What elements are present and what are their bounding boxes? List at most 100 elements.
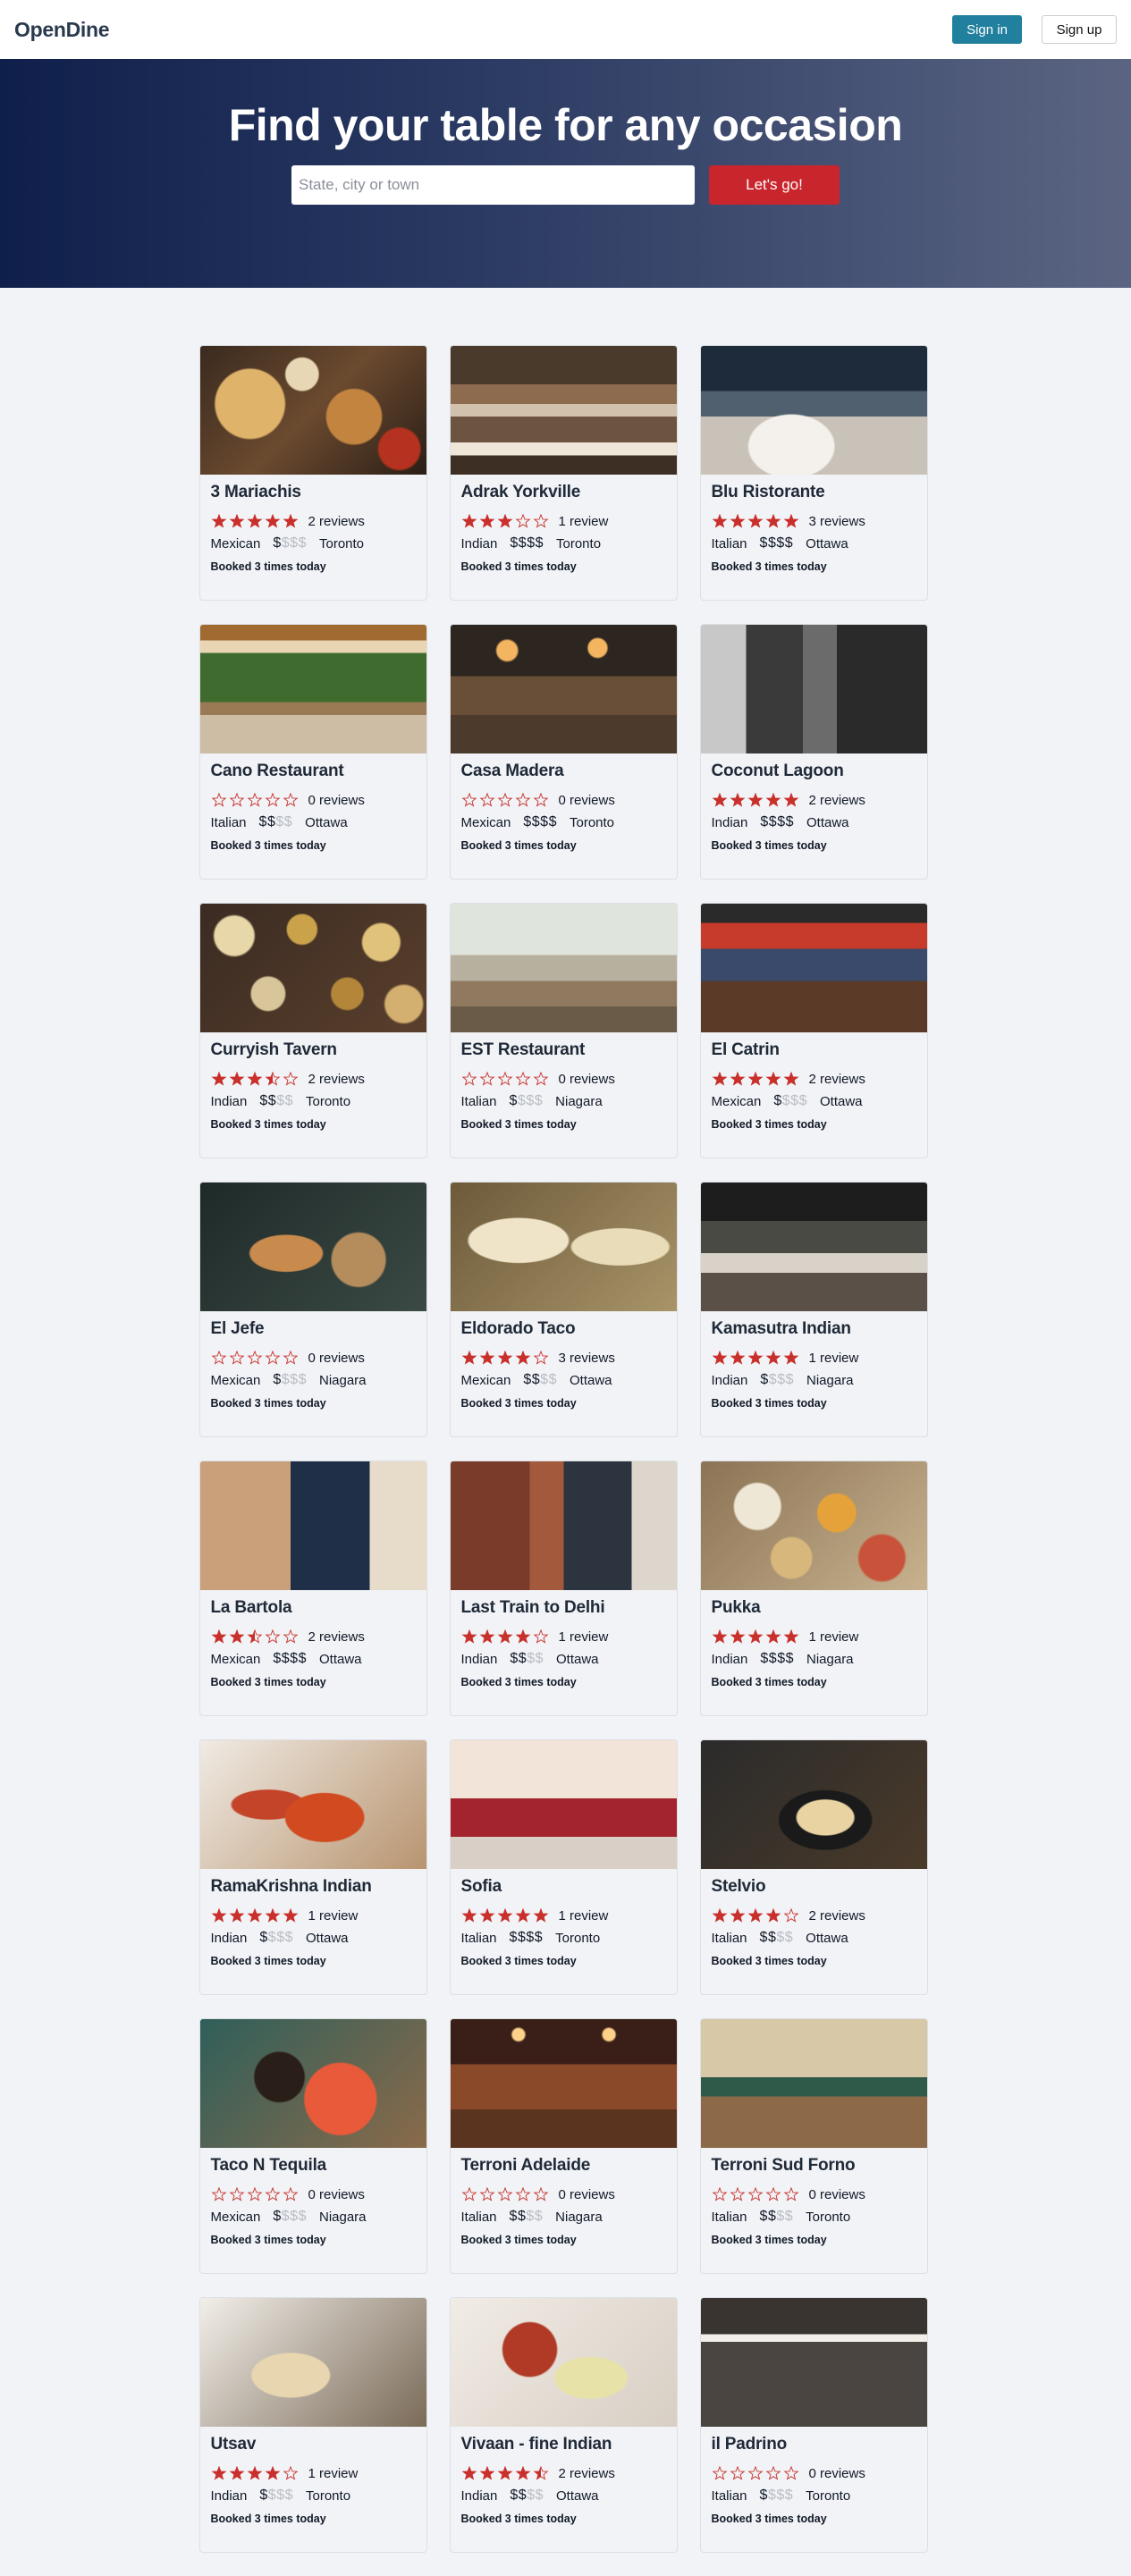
restaurant-card[interactable]: Terroni Adelaide 0 reviews Italian $$$$ … bbox=[449, 2018, 678, 2274]
star-icon bbox=[765, 1629, 781, 1644]
restaurant-card[interactable]: RamaKrishna Indian 1 review Indian $$$$ … bbox=[198, 1739, 427, 1995]
restaurant-name[interactable]: Vivaan - fine Indian bbox=[461, 2435, 666, 2454]
restaurant-name[interactable]: Sofia bbox=[461, 1877, 666, 1897]
rating-row: 0 reviews bbox=[461, 1071, 666, 1087]
restaurant-name[interactable]: Last Train to Delhi bbox=[461, 1598, 666, 1618]
star-icon bbox=[712, 2186, 727, 2201]
restaurant-name[interactable]: Adrak Yorkville bbox=[461, 483, 666, 502]
hero-banner: Find your table for any occasion Let's g… bbox=[0, 59, 1131, 288]
restaurant-card[interactable]: Adrak Yorkville 1 review Indian $$$$ Tor… bbox=[449, 345, 678, 601]
restaurant-image[interactable] bbox=[450, 2019, 677, 2148]
restaurant-card[interactable]: Cano Restaurant 0 reviews Italian $$$$ O… bbox=[198, 624, 427, 880]
rating-row: 0 reviews bbox=[211, 792, 416, 808]
restaurant-image[interactable] bbox=[700, 1740, 927, 1869]
star-icon bbox=[533, 1907, 548, 1923]
restaurant-image[interactable] bbox=[450, 2298, 677, 2427]
restaurant-card[interactable]: EST Restaurant 0 reviews Italian $$$$ Ni… bbox=[449, 903, 678, 1158]
star-icon bbox=[712, 792, 727, 807]
restaurant-card[interactable]: Blu Ristorante 3 reviews Italian $$$$ Ot… bbox=[699, 345, 928, 601]
star-icon bbox=[479, 792, 494, 807]
restaurant-name[interactable]: EST Restaurant bbox=[461, 1040, 666, 1060]
restaurant-name[interactable]: Taco N Tequila bbox=[211, 2156, 416, 2176]
restaurant-name[interactable]: Blu Ristorante bbox=[712, 483, 916, 502]
city-label: Ottawa bbox=[318, 1651, 362, 1667]
restaurant-image[interactable] bbox=[199, 1183, 426, 1311]
cuisine-label: Italian bbox=[460, 1093, 497, 1109]
restaurant-name[interactable]: Casa Madera bbox=[461, 762, 666, 781]
restaurant-image[interactable] bbox=[450, 1461, 677, 1590]
restaurant-name[interactable]: Cano Restaurant bbox=[211, 762, 416, 781]
restaurant-image[interactable] bbox=[450, 1183, 677, 1311]
restaurant-image[interactable] bbox=[199, 904, 426, 1032]
restaurant-card[interactable]: il Padrino 0 reviews Italian $$$$ Toront… bbox=[699, 2297, 928, 2553]
restaurant-card[interactable]: Stelvio 2 reviews Italian $$$$ Ottawa Bo… bbox=[699, 1739, 928, 1995]
restaurant-image[interactable] bbox=[199, 625, 426, 753]
cuisine-label: Italian bbox=[711, 535, 747, 551]
restaurant-card[interactable]: Casa Madera 0 reviews Mexican $$$$ Toron… bbox=[449, 624, 678, 880]
star-icon bbox=[747, 792, 763, 807]
star-icon bbox=[265, 1907, 280, 1923]
restaurant-name[interactable]: Eldorado Taco bbox=[461, 1319, 666, 1339]
restaurant-name[interactable]: Pukka bbox=[712, 1598, 916, 1618]
restaurant-card[interactable]: 3 Mariachis 2 reviews Mexican $$$$ Toron… bbox=[198, 345, 427, 601]
star-icon bbox=[712, 2465, 727, 2480]
restaurant-image[interactable] bbox=[450, 625, 677, 753]
restaurant-image[interactable] bbox=[700, 346, 927, 475]
restaurant-image[interactable] bbox=[700, 625, 927, 753]
restaurant-name[interactable]: Terroni Adelaide bbox=[461, 2156, 666, 2176]
restaurant-card[interactable]: Vivaan - fine Indian 2 reviews Indian $$… bbox=[449, 2297, 678, 2553]
sign-in-button[interactable]: Sign in bbox=[952, 15, 1022, 44]
restaurant-card[interactable]: Taco N Tequila 0 reviews Mexican $$$$ Ni… bbox=[198, 2018, 427, 2274]
price-level: $$$$ bbox=[509, 1930, 544, 1945]
review-count: 2 reviews bbox=[558, 2465, 615, 2481]
restaurant-image[interactable] bbox=[700, 2019, 927, 2148]
restaurant-card[interactable]: La Bartola 2 reviews Mexican $$$$ Ottawa… bbox=[198, 1461, 427, 1716]
booked-count: Booked 3 times today bbox=[711, 1118, 827, 1131]
restaurant-image[interactable] bbox=[199, 1461, 426, 1590]
restaurant-image[interactable] bbox=[700, 1183, 927, 1311]
restaurant-name[interactable]: El Catrin bbox=[712, 1040, 916, 1060]
restaurant-card[interactable]: El Jefe 0 reviews Mexican $$$$ Niagara B… bbox=[198, 1182, 427, 1437]
restaurant-card[interactable]: Last Train to Delhi 1 review Indian $$$$… bbox=[449, 1461, 678, 1716]
restaurant-image[interactable] bbox=[700, 2298, 927, 2427]
restaurant-name[interactable]: La Bartola bbox=[211, 1598, 416, 1618]
restaurant-name[interactable]: El Jefe bbox=[211, 1319, 416, 1339]
star-rating bbox=[211, 2465, 299, 2481]
restaurant-image[interactable] bbox=[450, 1740, 677, 1869]
restaurant-card[interactable]: Kamasutra Indian 1 review Indian $$$$ Ni… bbox=[699, 1182, 928, 1437]
restaurant-card[interactable]: Terroni Sud Forno 0 reviews Italian $$$$… bbox=[699, 2018, 928, 2274]
restaurant-image[interactable] bbox=[700, 1461, 927, 1590]
location-search-input[interactable] bbox=[291, 165, 695, 205]
restaurant-name[interactable]: Curryish Tavern bbox=[211, 1040, 416, 1060]
restaurant-image[interactable] bbox=[450, 904, 677, 1032]
restaurant-card[interactable]: El Catrin 2 reviews Mexican $$$$ Ottawa … bbox=[699, 903, 928, 1158]
restaurant-image[interactable] bbox=[199, 1740, 426, 1869]
restaurant-image[interactable] bbox=[199, 2298, 426, 2427]
restaurant-image[interactable] bbox=[450, 346, 677, 475]
star-icon bbox=[533, 1071, 548, 1086]
search-button[interactable]: Let's go! bbox=[709, 165, 840, 205]
restaurant-card[interactable]: Coconut Lagoon 2 reviews Indian $$$$ Ott… bbox=[699, 624, 928, 880]
logo[interactable]: OpenDine bbox=[14, 18, 110, 42]
restaurant-card[interactable]: Sofia 1 review Italian $$$$ Toronto Book… bbox=[449, 1739, 678, 1995]
restaurant-image[interactable] bbox=[199, 346, 426, 475]
restaurant-name[interactable]: Terroni Sud Forno bbox=[712, 2156, 916, 2176]
restaurant-name[interactable]: Utsav bbox=[211, 2435, 416, 2454]
restaurant-name[interactable]: Kamasutra Indian bbox=[712, 1319, 916, 1339]
restaurant-card[interactable]: Curryish Tavern 2 reviews Indian $$$$ To… bbox=[198, 903, 427, 1158]
sign-up-button[interactable]: Sign up bbox=[1042, 15, 1117, 44]
restaurant-card[interactable]: Pukka 1 review Indian $$$$ Niagara Booke… bbox=[699, 1461, 928, 1716]
restaurant-name[interactable]: 3 Mariachis bbox=[211, 483, 416, 502]
city-label: Ottawa bbox=[806, 1930, 848, 1946]
star-icon bbox=[283, 513, 298, 528]
restaurant-name[interactable]: RamaKrishna Indian bbox=[211, 1877, 416, 1897]
star-icon bbox=[497, 513, 512, 528]
restaurant-image[interactable] bbox=[700, 904, 927, 1032]
restaurant-name[interactable]: Stelvio bbox=[712, 1877, 916, 1897]
restaurant-name[interactable]: il Padrino bbox=[712, 2435, 916, 2454]
restaurant-name[interactable]: Coconut Lagoon bbox=[712, 762, 916, 781]
restaurant-card[interactable]: Eldorado Taco 3 reviews Mexican $$$$ Ott… bbox=[449, 1182, 678, 1437]
rating-row: 1 review bbox=[461, 1629, 666, 1645]
restaurant-image[interactable] bbox=[199, 2019, 426, 2148]
restaurant-card[interactable]: Utsav 1 review Indian $$$$ Toronto Booke… bbox=[198, 2297, 427, 2553]
